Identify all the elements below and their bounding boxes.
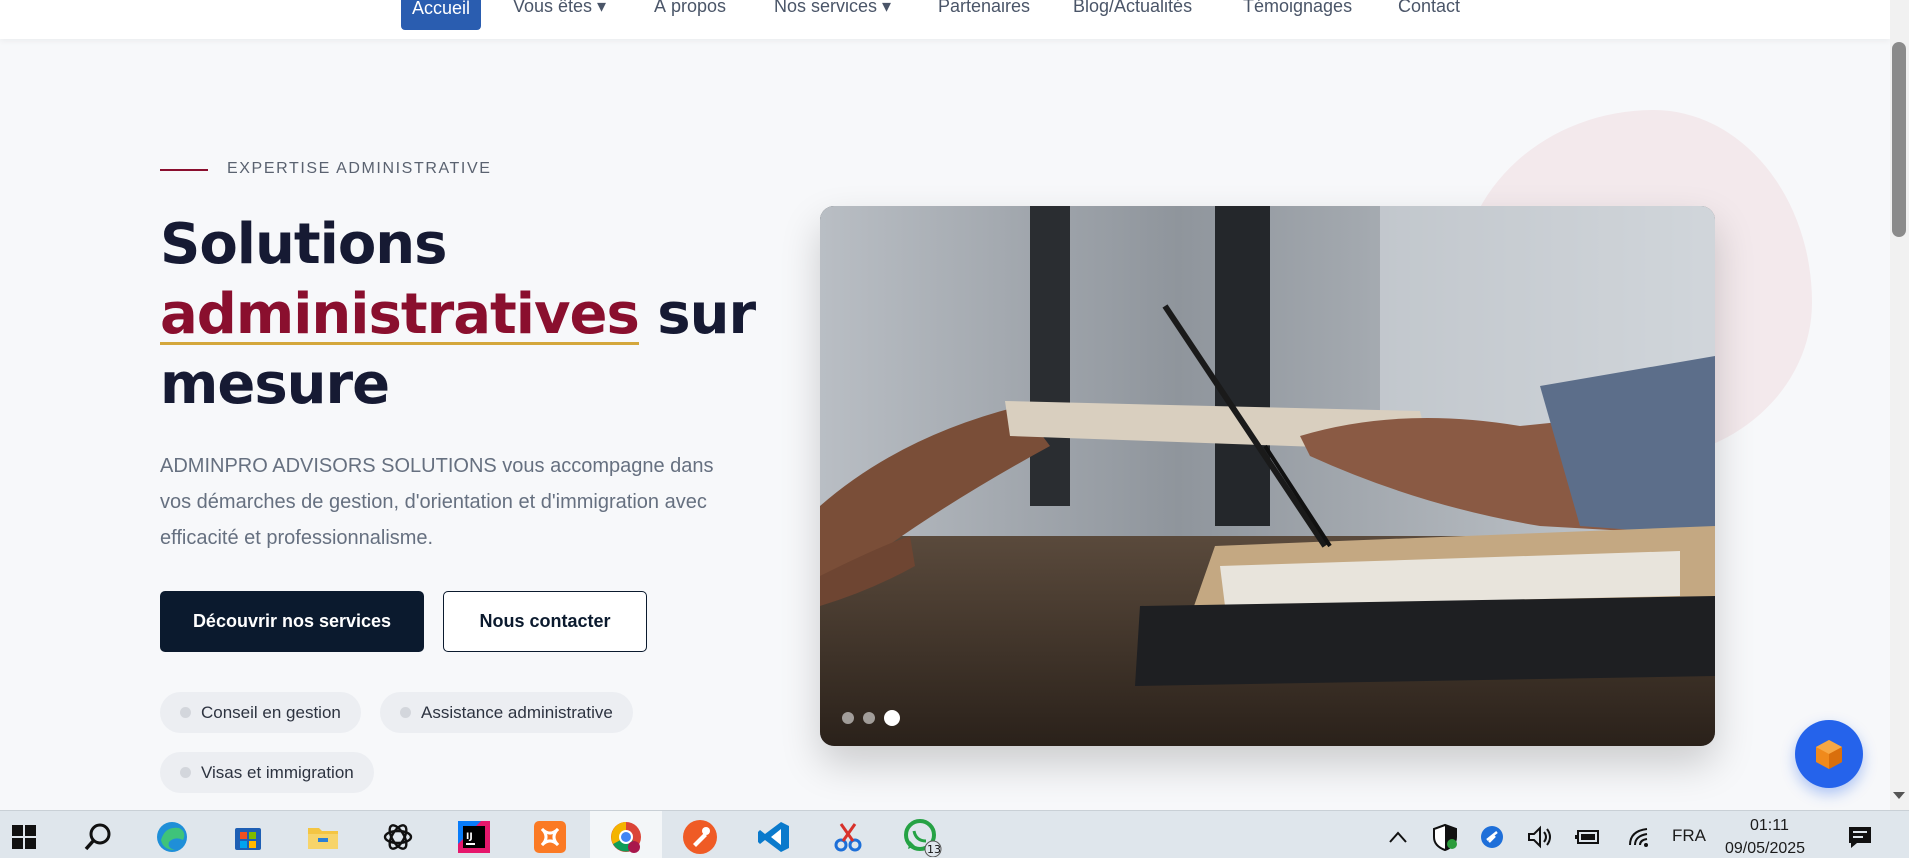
nav-item-contact[interactable]: Contact xyxy=(1398,0,1460,17)
chatgpt-icon[interactable] xyxy=(378,817,418,857)
xampp-icon[interactable] xyxy=(530,817,570,857)
store-icon[interactable] xyxy=(228,817,268,857)
chip-label: Visas et immigration xyxy=(201,762,354,782)
hero-title-line1: Solutions xyxy=(160,212,448,277)
chip-label: Conseil en gestion xyxy=(201,702,341,722)
hero-title-line3: mesure xyxy=(160,352,390,417)
nav-item-accueil[interactable]: Accueil xyxy=(401,0,481,30)
carousel-dot[interactable] xyxy=(842,712,854,724)
snipping-tool-icon[interactable] xyxy=(828,817,868,857)
nav-item-label: Accueil xyxy=(411,0,471,18)
security-shield-icon[interactable] xyxy=(1425,817,1465,857)
whatsapp-icon[interactable]: 13 xyxy=(902,817,942,857)
bullet-dot-icon xyxy=(400,707,411,718)
hero-title-accent: administratives xyxy=(160,282,640,347)
handshake-document-photo xyxy=(820,206,1715,746)
start-icon[interactable] xyxy=(4,817,44,857)
contact-us-button[interactable]: Nous contacter xyxy=(443,591,647,652)
file-explorer-icon[interactable] xyxy=(303,817,343,857)
carousel-indicators xyxy=(842,710,900,726)
postman-icon[interactable] xyxy=(680,817,720,857)
volume-icon[interactable] xyxy=(1520,817,1560,857)
chat-launcher-button[interactable] xyxy=(1795,720,1863,788)
scrollbar-thumb[interactable] xyxy=(1892,42,1906,237)
service-chip: Assistance administrative xyxy=(380,692,633,733)
nav-item-blog[interactable]: Blog/Actualités xyxy=(1073,0,1192,17)
cube-icon xyxy=(1816,740,1842,769)
intellij-icon[interactable]: IJ xyxy=(454,817,494,857)
bullet-dot-icon xyxy=(180,707,191,718)
service-chip: Conseil en gestion xyxy=(160,692,361,733)
discover-services-button[interactable]: Découvrir nos services xyxy=(160,591,424,652)
wifi-icon[interactable] xyxy=(1620,817,1660,857)
clock-date[interactable]: 09/05/2025 xyxy=(1725,840,1805,858)
windows-taskbar: IJ 13 FRA 01:11 09/05/2025 xyxy=(0,810,1909,858)
nav-item-temoignages[interactable]: Témoignages xyxy=(1243,0,1352,17)
hero-description: ADMINPRO ADVISORS SOLUTIONS vous accompa… xyxy=(160,455,714,549)
bullet-dot-icon xyxy=(180,767,191,778)
hero-carousel-image xyxy=(820,206,1715,746)
hero-eyebrow: EXPERTISE ADMINISTRATIVE xyxy=(227,160,492,177)
carousel-dot[interactable] xyxy=(863,712,875,724)
notification-center-icon[interactable] xyxy=(1840,817,1880,857)
chevron-up-icon[interactable] xyxy=(1378,817,1418,857)
network-vpn-icon[interactable] xyxy=(1472,817,1512,857)
search-icon[interactable] xyxy=(78,817,118,857)
nav-item-partenaires[interactable]: Partenaires xyxy=(938,0,1030,17)
edge-icon[interactable] xyxy=(152,817,192,857)
carousel-dot-active[interactable] xyxy=(884,710,900,726)
nav-item-a-propos[interactable]: À propos xyxy=(654,0,726,17)
hero-title-after-accent: sur xyxy=(638,282,756,347)
clock-time[interactable]: 01:11 xyxy=(1750,817,1789,835)
svg-text:IJ: IJ xyxy=(466,832,473,842)
vscode-icon[interactable] xyxy=(754,817,794,857)
chip-label: Assistance administrative xyxy=(421,702,613,722)
nav-item-vous-etes[interactable]: Vous êtes ▾ xyxy=(513,0,606,17)
top-navigation: Accueil Vous êtes ▾ À propos Nos service… xyxy=(0,0,1890,39)
whatsapp-badge: 13 xyxy=(927,843,941,856)
nav-item-nos-services[interactable]: Nos services ▾ xyxy=(774,0,891,17)
language-indicator[interactable]: FRA xyxy=(1672,826,1706,846)
scroll-down-arrow-icon[interactable] xyxy=(1893,792,1905,799)
eyebrow-divider xyxy=(160,169,208,171)
chrome-icon[interactable] xyxy=(606,817,646,857)
service-chip: Visas et immigration xyxy=(160,752,374,793)
hero-title: Solutions administratives sur mesure xyxy=(160,210,760,420)
battery-icon[interactable] xyxy=(1568,817,1608,857)
